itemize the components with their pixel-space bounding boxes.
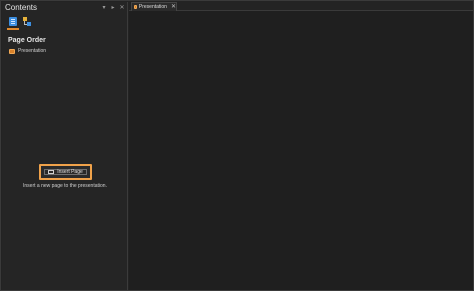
presentation-tab-icon: [134, 5, 137, 9]
presentation-icon: [9, 48, 15, 54]
tab-presentation[interactable]: Presentation ✕: [131, 2, 177, 11]
tab-label: Presentation: [138, 4, 167, 10]
panel-header: Contents ▾ ▸ ✕: [2, 2, 128, 14]
app-window: Contents ▾ ▸ ✕ Page Order Presentation I…: [0, 0, 474, 291]
panel-pin-icon[interactable]: ▸: [110, 4, 116, 12]
insert-page-hint: Insert a new page to the presentation.: [23, 183, 107, 189]
tree-item-presentation[interactable]: Presentation: [9, 47, 46, 55]
hierarchy-view-button[interactable]: [22, 16, 32, 27]
insert-page-button[interactable]: Insert Page: [39, 164, 92, 180]
panel-title: Contents: [5, 3, 38, 12]
panel-close-icon[interactable]: ✕: [119, 4, 125, 12]
document-canvas[interactable]: [129, 12, 473, 290]
tree-item-label: Presentation: [18, 48, 47, 54]
contents-panel: Contents ▾ ▸ ✕ Page Order Presentation I…: [2, 2, 128, 290]
tab-strip: Presentation ✕: [129, 2, 473, 11]
panel-controls: ▾ ▸ ✕: [101, 4, 125, 12]
document-area: Presentation ✕: [129, 2, 473, 290]
hierarchy-icon: [22, 16, 32, 27]
insert-page-icon: [48, 170, 55, 174]
view-switcher: [7, 16, 32, 30]
insert-page-label: Insert Page: [57, 169, 83, 175]
page-order-view-button[interactable]: [7, 16, 19, 30]
panel-menu-icon[interactable]: ▾: [101, 4, 107, 12]
pages-icon: [9, 17, 17, 26]
section-title: Page Order: [8, 37, 46, 44]
tab-close-icon[interactable]: ✕: [171, 4, 176, 10]
